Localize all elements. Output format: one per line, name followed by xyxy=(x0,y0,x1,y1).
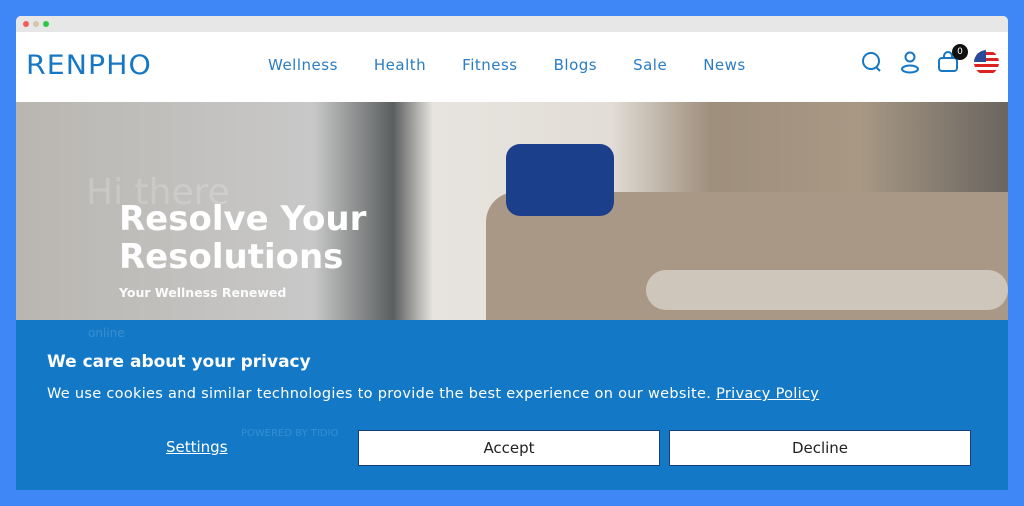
nav-wellness[interactable]: Wellness xyxy=(268,56,338,74)
cookie-text: We use cookies and similar technologies … xyxy=(47,386,820,402)
close-dot[interactable] xyxy=(23,21,29,27)
cookie-title: We care about your privacy xyxy=(47,352,311,372)
nav-sale[interactable]: Sale xyxy=(633,56,667,74)
nav-fitness[interactable]: Fitness xyxy=(462,56,517,74)
chat-powered-ghost: POWERED BY TIDIO xyxy=(241,428,339,439)
nav-health[interactable]: Health xyxy=(374,56,426,74)
hero-image-pillow xyxy=(506,144,614,216)
search-icon[interactable] xyxy=(860,50,884,74)
logo[interactable]: RENPHO xyxy=(26,50,152,81)
cookie-banner: online POWERED BY TIDIO We care about yo… xyxy=(16,320,1008,490)
hero-subtitle: Your Wellness Renewed xyxy=(119,285,287,300)
user-icon[interactable] xyxy=(898,50,922,74)
settings-link[interactable]: Settings xyxy=(166,438,228,456)
accept-button[interactable]: Accept xyxy=(358,430,660,466)
maximize-dot[interactable] xyxy=(43,21,49,27)
cart-count-badge: 0 xyxy=(952,44,968,60)
browser-window: RENPHO Wellness Health Fitness Blogs Sal… xyxy=(16,16,1008,490)
nav-news[interactable]: News xyxy=(703,56,746,74)
hero-title: Resolve Your Resolutions xyxy=(119,199,367,277)
cart-icon[interactable]: 0 xyxy=(936,44,968,74)
decline-button[interactable]: Decline xyxy=(669,430,971,466)
nav-blogs[interactable]: Blogs xyxy=(554,56,597,74)
chat-status-ghost: online xyxy=(88,326,125,340)
minimize-dot[interactable] xyxy=(33,21,39,27)
title-bar xyxy=(16,16,1008,32)
us-flag-icon[interactable] xyxy=(974,50,999,75)
hero-banner[interactable]: Hi there Resolve Your Resolutions Your We… xyxy=(16,102,1008,320)
site-header: RENPHO Wellness Health Fitness Blogs Sal… xyxy=(16,32,1008,102)
main-nav: Wellness Health Fitness Blogs Sale News xyxy=(268,56,746,74)
hero-image-table xyxy=(646,270,1008,310)
privacy-policy-link[interactable]: Privacy Policy xyxy=(716,386,819,402)
